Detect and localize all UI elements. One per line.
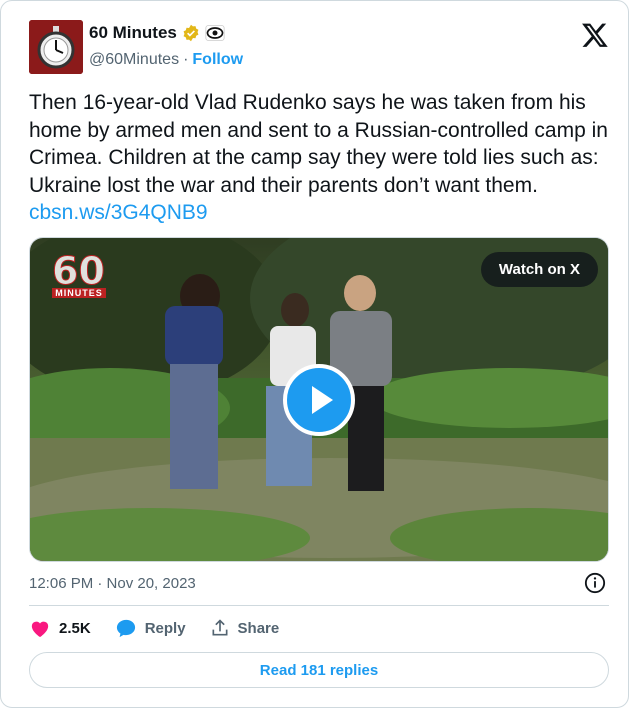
handle-separator: · bbox=[183, 51, 189, 68]
x-logo-icon[interactable] bbox=[581, 21, 609, 49]
cbs-eye-icon bbox=[205, 25, 225, 41]
play-button[interactable] bbox=[283, 364, 355, 436]
reply-button[interactable]: Reply bbox=[115, 618, 186, 638]
share-icon bbox=[212, 619, 228, 636]
divider bbox=[29, 605, 609, 606]
info-icon[interactable] bbox=[584, 572, 606, 594]
like-count: 2.5K bbox=[59, 619, 91, 637]
author-handle[interactable]: @60Minutes bbox=[89, 51, 179, 69]
author-name[interactable]: 60 Minutes bbox=[89, 23, 177, 43]
tweet-text: Then 16-year-old Vlad Rudenko says he wa… bbox=[29, 89, 609, 227]
share-button[interactable]: Share bbox=[210, 618, 280, 638]
action-bar: 2.5K Reply Share bbox=[29, 618, 303, 638]
video-media[interactable]: 60 MINUTES Watch on X bbox=[29, 237, 609, 562]
tweet-card: 60 Minutes @60Minutes · Follow Then 16-y… bbox=[0, 0, 629, 708]
share-label: Share bbox=[237, 619, 280, 637]
follow-button[interactable]: Follow bbox=[192, 51, 243, 69]
tweet-link[interactable]: cbsn.ws/3G4QNB9 bbox=[29, 201, 208, 224]
avatar[interactable] bbox=[29, 20, 83, 74]
play-icon bbox=[312, 386, 333, 414]
author-handle-row: @60Minutes · Follow bbox=[89, 51, 243, 69]
read-replies-button[interactable]: Read 181 replies bbox=[29, 652, 609, 688]
heart-icon bbox=[31, 621, 49, 638]
watch-on-x-button[interactable]: Watch on X bbox=[480, 252, 598, 287]
author-name-row: 60 Minutes bbox=[89, 23, 225, 43]
sixty-minutes-watermark: 60 MINUTES bbox=[52, 249, 118, 300]
stopwatch-logo bbox=[29, 20, 83, 74]
tweet-body: Then 16-year-old Vlad Rudenko says he wa… bbox=[29, 91, 608, 197]
tweet-timestamp[interactable]: 12:06 PM · Nov 20, 2023 bbox=[29, 575, 196, 592]
reply-label: Reply bbox=[144, 619, 186, 637]
watermark-word: MINUTES bbox=[52, 288, 106, 298]
speech-bubble-icon bbox=[116, 619, 135, 638]
verified-badge-icon bbox=[183, 24, 199, 42]
like-button[interactable]: 2.5K bbox=[29, 618, 91, 638]
watermark-number: 60 bbox=[52, 249, 106, 293]
